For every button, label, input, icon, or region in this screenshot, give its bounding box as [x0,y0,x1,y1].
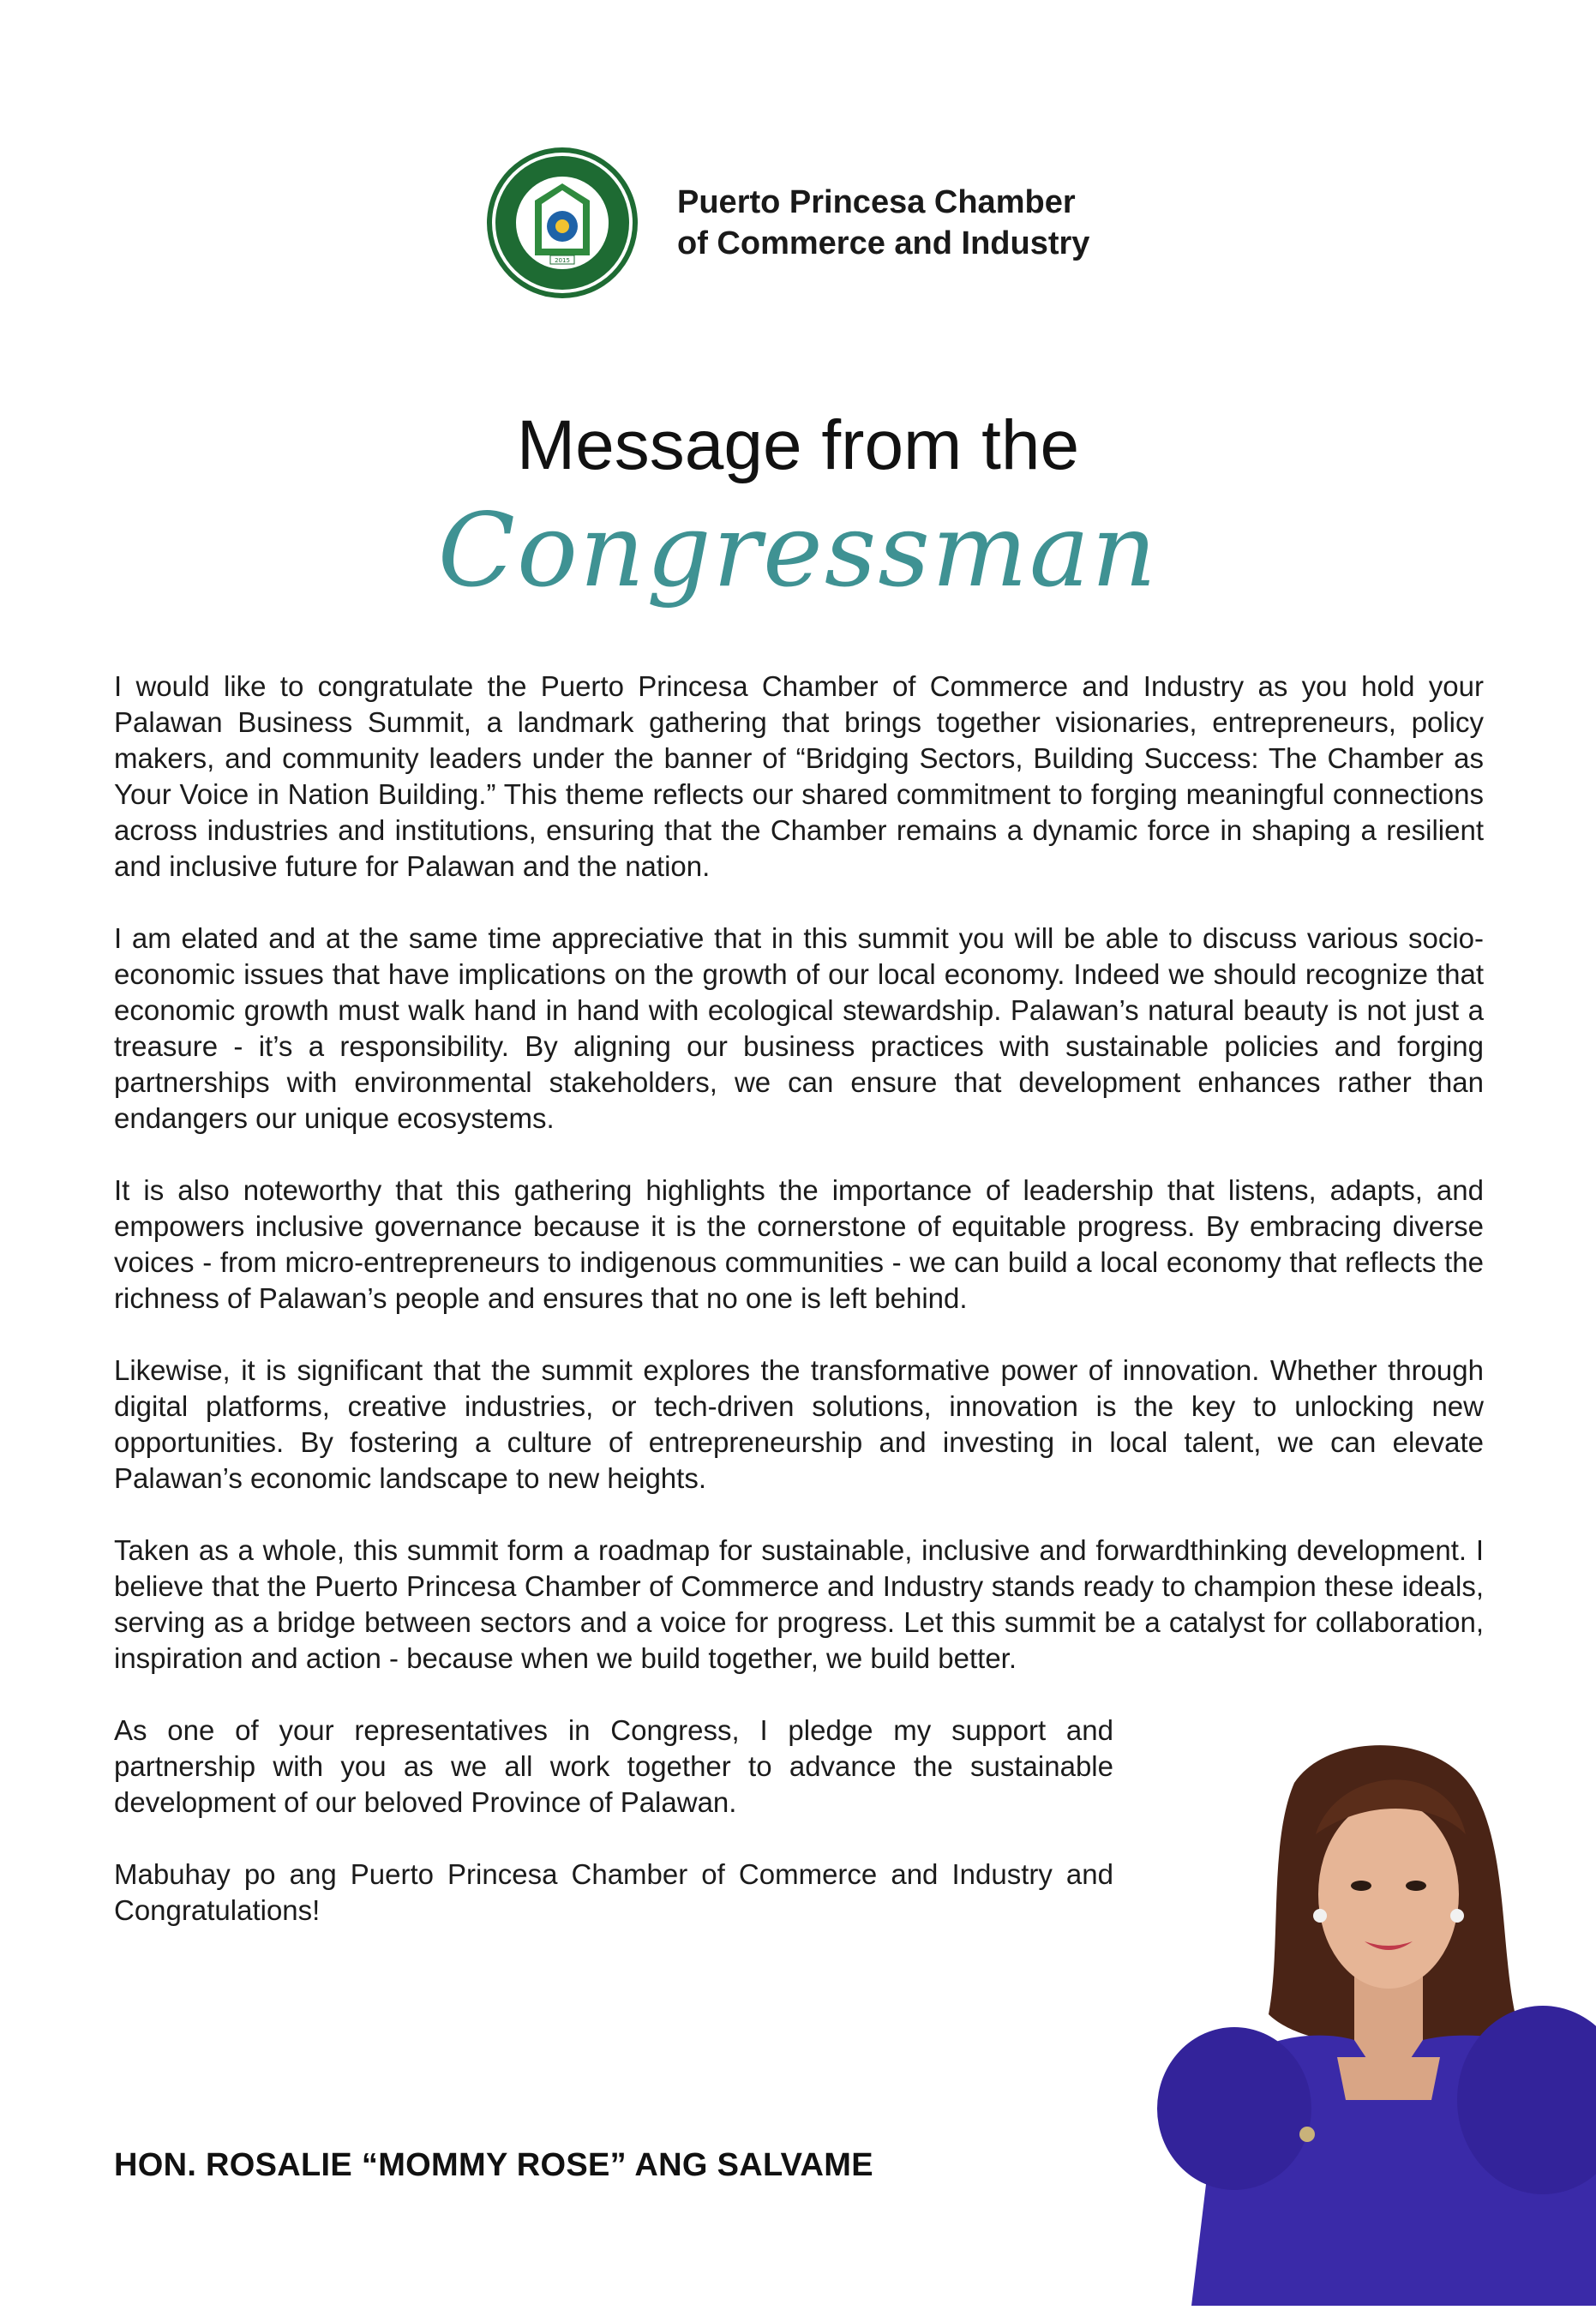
title-line1: Message from the [516,406,1080,484]
header: 2015 Puerto Princesa Chamber of Commerce… [485,146,1089,300]
organization-name: Puerto Princesa Chamber of Commerce and … [677,182,1089,264]
paragraph-3: It is also noteworthy that this gatherin… [114,1174,1484,1314]
paragraph-7: Mabuhay po ang Puerto Princesa Chamber o… [114,1858,1113,1926]
congresswoman-portrait [1140,1731,1596,2306]
paragraph-6: As one of your representatives in Congre… [114,1714,1113,1818]
paragraph-1: I would like to congratulate the Puerto … [114,670,1484,882]
pcci-logo: 2015 [485,146,639,300]
portrait-image [1157,1745,1596,2306]
pcci-seal-icon: 2015 [487,147,638,298]
paragraph-2: I am elated and at the same time appreci… [114,922,1484,1134]
signature-name: HON. ROSALIE “MOMMY ROSE” ANG SALVAME [114,2147,873,2183]
paragraph-4: Likewise, it is significant that the sum… [114,1354,1484,1494]
paragraph-5: Taken as a whole, this summit form a roa… [114,1534,1484,1674]
org-name-line1: Puerto Princesa Chamber [677,184,1076,220]
title-line2-script: Congressman [437,491,1159,609]
svg-text:2015: 2015 [555,257,570,264]
org-name-line2: of Commerce and Industry [677,225,1090,261]
